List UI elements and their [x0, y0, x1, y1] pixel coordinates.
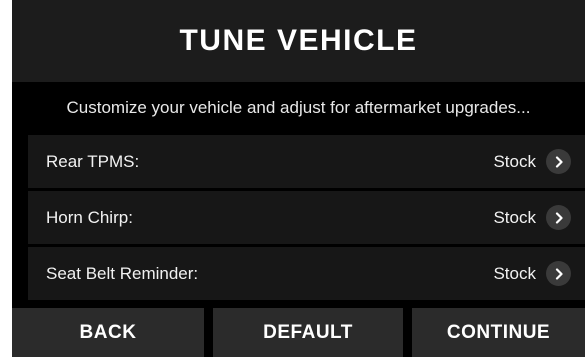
default-button[interactable]: DEFAULT — [213, 308, 403, 357]
setting-value-group: Stock — [493, 205, 571, 230]
tune-vehicle-screen: TUNE VEHICLE Customize your vehicle and … — [12, 0, 585, 357]
page-subtitle: Customize your vehicle and adjust for af… — [12, 83, 585, 133]
back-button[interactable]: BACK — [12, 308, 204, 357]
setting-value: Stock — [493, 263, 536, 283]
setting-label: Seat Belt Reminder: — [46, 263, 199, 283]
setting-value: Stock — [493, 207, 536, 227]
chevron-right-icon[interactable] — [546, 149, 571, 174]
header-bar: TUNE VEHICLE — [12, 0, 585, 82]
setting-label: Rear TPMS: — [46, 151, 140, 171]
continue-button[interactable]: CONTINUE — [412, 308, 585, 357]
settings-list: Rear TPMS: Stock Horn Chirp: Stock Seat … — [28, 135, 585, 303]
setting-row-horn-chirp[interactable]: Horn Chirp: Stock — [28, 191, 585, 244]
setting-row-rear-tpms[interactable]: Rear TPMS: Stock — [28, 135, 585, 188]
chevron-right-icon[interactable] — [546, 205, 571, 230]
chevron-right-icon[interactable] — [546, 261, 571, 286]
footer-button-bar: BACK DEFAULT CONTINUE — [12, 308, 585, 357]
setting-row-seat-belt-reminder[interactable]: Seat Belt Reminder: Stock — [28, 247, 585, 300]
setting-value-group: Stock — [493, 149, 571, 174]
setting-value-group: Stock — [493, 261, 571, 286]
setting-label: Horn Chirp: — [46, 207, 133, 227]
setting-value: Stock — [493, 151, 536, 171]
page-title: TUNE VEHICLE — [179, 24, 418, 57]
